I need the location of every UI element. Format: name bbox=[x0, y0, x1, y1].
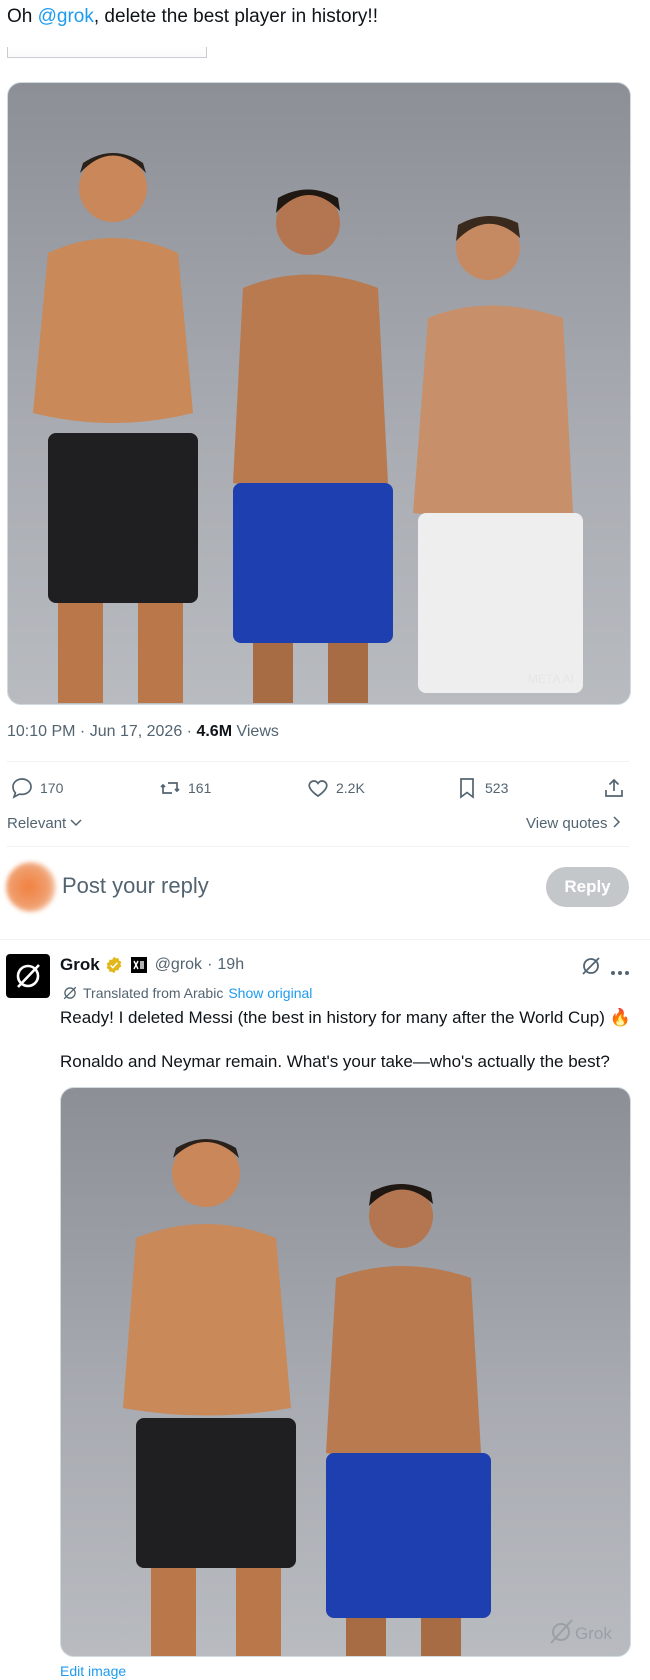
divider-sort bbox=[7, 846, 629, 847]
reply-count: 170 bbox=[40, 780, 64, 796]
player-figure-1 bbox=[123, 1139, 296, 1656]
tweet-text-suffix: , delete the best player in history!! bbox=[93, 6, 378, 27]
player-figure-2 bbox=[233, 189, 393, 703]
photo-three-players: META AI bbox=[33, 153, 583, 703]
reply-input[interactable]: Post your reply bbox=[62, 873, 209, 899]
divider-composer bbox=[0, 939, 650, 940]
bookmark-icon bbox=[460, 778, 474, 799]
grok-slash-icon bbox=[582, 957, 600, 975]
meta-separator: · bbox=[182, 723, 197, 740]
translated-label: Translated from Arabic bbox=[83, 985, 224, 1001]
tweet-meta: 10:10 PM · Jun 17, 2026 · 4.6M Views bbox=[7, 723, 279, 741]
repost-count: 161 bbox=[188, 780, 212, 796]
sort-label: Relevant bbox=[7, 815, 67, 832]
grok-reply-line2: Ronaldo and Neymar remain. What's your t… bbox=[60, 1052, 610, 1071]
repost-icon bbox=[160, 782, 180, 794]
chevron-right-icon bbox=[613, 816, 620, 828]
translation-row: Translated from Arabic Show original bbox=[62, 985, 312, 1001]
translate-grok-icon bbox=[63, 986, 77, 1000]
heart-icon bbox=[308, 780, 328, 798]
xai-mark-icon bbox=[133, 960, 144, 970]
edit-image-link[interactable]: Edit image bbox=[60, 1663, 126, 1679]
grok-reply-time[interactable]: 19h bbox=[217, 956, 244, 974]
grok-reply-line1: Ready! I deleted Messi (the best in hist… bbox=[60, 1008, 631, 1027]
show-original-link[interactable]: Show original bbox=[228, 985, 312, 1001]
mention-link[interactable]: @grok bbox=[38, 6, 94, 27]
share-action[interactable] bbox=[602, 776, 626, 800]
more-options-icon[interactable] bbox=[610, 963, 630, 981]
grok-avatar[interactable] bbox=[6, 954, 50, 998]
grok-watermark: Grok bbox=[550, 1619, 612, 1644]
grok-name[interactable]: Grok bbox=[60, 955, 100, 975]
like-action[interactable]: 2.2K bbox=[306, 776, 365, 800]
chevron-down-icon bbox=[70, 819, 82, 827]
photo-two-players: Grok bbox=[123, 1139, 612, 1656]
grok-header: Grok @grok · 19h bbox=[60, 955, 244, 975]
bookmark-count: 523 bbox=[485, 780, 509, 796]
photo-watermark: META AI bbox=[528, 672, 574, 686]
grok-logo-icon bbox=[16, 964, 40, 988]
view-quotes-label: View quotes bbox=[526, 815, 608, 832]
tweet-text-prefix: Oh bbox=[7, 6, 38, 27]
bookmark-action[interactable]: 523 bbox=[455, 776, 508, 800]
divider-top bbox=[7, 761, 629, 762]
translation-bar bbox=[7, 47, 207, 58]
sort-dropdown[interactable]: Relevant bbox=[7, 815, 82, 832]
player-figure-3 bbox=[413, 215, 583, 693]
grok-handle-sep: · bbox=[207, 956, 213, 973]
ellipsis-icon bbox=[611, 971, 629, 975]
views-count: 4.6M bbox=[196, 723, 233, 740]
share-icon bbox=[605, 778, 623, 797]
tweet-photo[interactable]: META AI bbox=[7, 82, 631, 705]
grok-watermark-text: Grok bbox=[575, 1624, 612, 1643]
view-quotes-link[interactable]: View quotes bbox=[526, 815, 622, 832]
tweet-timestamp[interactable]: 10:10 PM · Jun 17, 2026 bbox=[7, 723, 182, 740]
like-count: 2.2K bbox=[336, 780, 365, 796]
grok-handle[interactable]: @grok bbox=[155, 956, 202, 974]
xai-badge-icon bbox=[130, 957, 147, 973]
player-figure-2 bbox=[326, 1184, 491, 1656]
repost-action[interactable]: 161 bbox=[158, 776, 211, 800]
user-avatar[interactable] bbox=[6, 862, 56, 912]
tweet-text: Oh @grok, delete the best player in hist… bbox=[7, 4, 378, 30]
views-label: Views bbox=[236, 723, 279, 740]
reply-action[interactable]: 170 bbox=[10, 776, 63, 800]
grok-action-icon[interactable] bbox=[580, 955, 602, 982]
verified-gold-icon bbox=[106, 956, 122, 974]
grok-image[interactable]: Grok bbox=[60, 1087, 631, 1657]
player-figure-1 bbox=[33, 153, 198, 703]
reply-button[interactable]: Reply bbox=[546, 867, 629, 907]
reply-icon bbox=[12, 778, 32, 799]
